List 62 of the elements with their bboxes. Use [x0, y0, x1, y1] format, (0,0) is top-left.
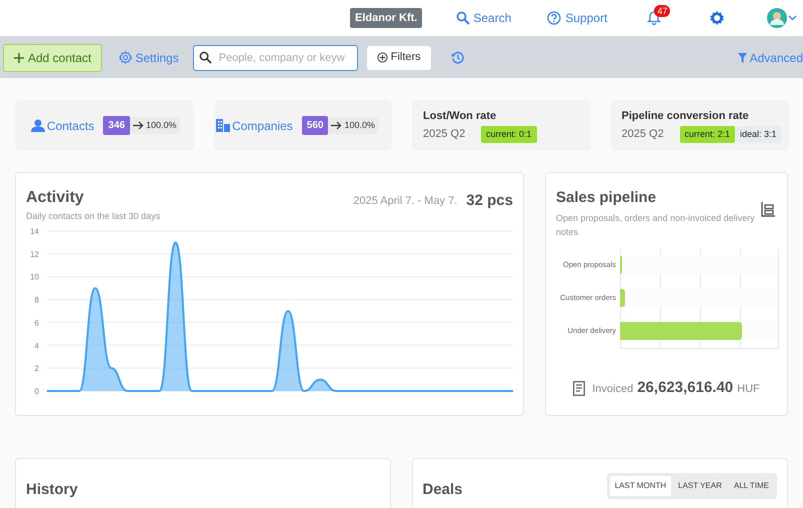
count-badge: 560 [302, 116, 328, 135]
plus-icon [14, 52, 24, 62]
person-icon [30, 119, 45, 132]
current-rate-badge: current: 2:1 [680, 126, 736, 143]
search-link[interactable]: Search [456, 9, 512, 27]
axis-tick-label: 2 [34, 364, 39, 373]
card-title: Sales pipeline [556, 189, 658, 207]
axis-tick-label: 8 [34, 295, 39, 304]
support-link[interactable]: Support [547, 9, 608, 27]
change-value: 100.0% [146, 118, 176, 132]
filters-button[interactable]: Filters [366, 46, 431, 70]
invoiced-amount: 26,623,616.40 [637, 378, 734, 398]
add-contact-button[interactable]: Add contact [3, 44, 102, 72]
help-icon [547, 11, 562, 25]
notification-count: 47 [654, 5, 670, 17]
axis-tick-label: 14 [30, 226, 39, 236]
document-icon [573, 380, 586, 396]
advanced-link[interactable]: Advanced [738, 48, 803, 66]
gear-icon [119, 51, 132, 64]
arrow-icon [331, 121, 342, 130]
stat-link[interactable]: Companies [216, 116, 293, 134]
card-title: Activity [26, 189, 85, 207]
ideal-rate-badge: ideal: 3:1 [736, 126, 781, 143]
range-tab[interactable]: ALL TIME [728, 476, 774, 496]
rate-title: Lost/Won rate [423, 109, 498, 124]
card-subtitle: Daily contacts on the last 30 days [26, 210, 162, 223]
filter-icon [738, 52, 747, 62]
plus-circle-icon [376, 52, 388, 63]
search-field[interactable]: People, company or keyw [192, 44, 358, 70]
settings-icon[interactable] [709, 10, 726, 26]
rate-title: Pipeline conversion rate [622, 109, 750, 124]
arrow-icon [132, 121, 144, 130]
rate-period: 2025 Q2 [423, 127, 466, 142]
axis-tick-label: 12 [30, 249, 39, 258]
card-title: Deals [422, 480, 463, 500]
user-menu[interactable] [767, 8, 798, 28]
rate-period: 2025 Q2 [622, 127, 665, 142]
search-icon [198, 50, 212, 64]
card-title: History [26, 480, 79, 500]
range-tab[interactable]: LAST YEAR [673, 476, 727, 496]
date-range: 2025 April 7. - May 7. [353, 194, 458, 209]
axis-tick-label: 6 [34, 318, 39, 327]
axis-tick-label: 4 [34, 340, 39, 350]
stat-link[interactable]: Contacts [30, 116, 94, 134]
search-icon [456, 11, 470, 25]
caret-icon [788, 15, 798, 21]
current-rate-badge: current: 0:1 [481, 126, 537, 143]
building-icon [216, 119, 230, 132]
change-value: 100.0% [344, 118, 375, 132]
avatar-icon [767, 8, 788, 28]
bar-chart-icon[interactable] [761, 202, 775, 217]
currency-label: HUF [737, 382, 760, 397]
axis-tick-label: 10 [30, 272, 39, 282]
settings-link[interactable]: Settings [119, 48, 179, 66]
invoiced-label: Invoiced [592, 382, 634, 397]
count-badge: 346 [103, 116, 130, 135]
total-count: 32 pcs [466, 191, 513, 211]
range-tab[interactable]: LAST MONTH [610, 476, 672, 496]
axis-tick-label: 0 [34, 386, 39, 396]
company-badge: Eldanor Kft. [350, 8, 422, 28]
card-subtitle: Open proposals, orders and non-invoiced delivery notes [556, 212, 756, 239]
history-icon[interactable] [450, 51, 464, 64]
